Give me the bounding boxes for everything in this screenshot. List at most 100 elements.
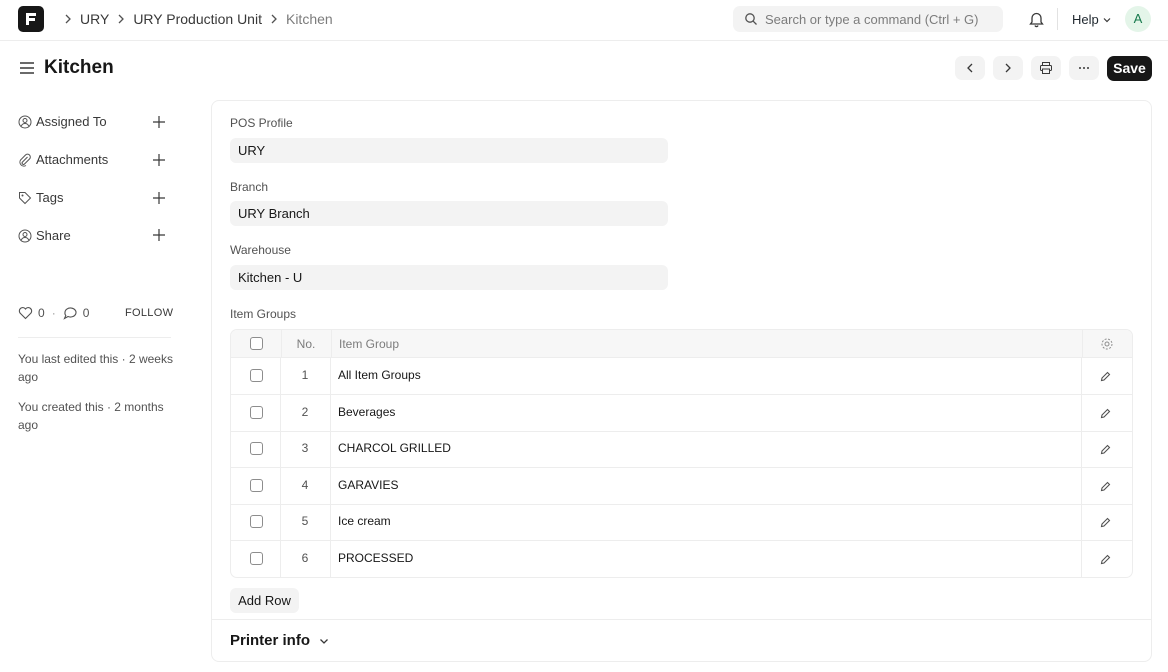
printer-info-section[interactable]: Printer info <box>230 632 330 649</box>
row-checkbox[interactable] <box>250 515 263 528</box>
item-group-cell[interactable]: All Item Groups <box>338 368 421 382</box>
avatar[interactable]: A <box>1125 6 1151 32</box>
warehouse-field[interactable]: Kitchen - U <box>230 265 668 290</box>
row-checkbox[interactable] <box>250 442 263 455</box>
chevron-down-icon <box>1103 17 1111 22</box>
doc-stats: 0 · 0 <box>18 306 89 320</box>
sidebar-item-attachments[interactable]: Attachments <box>18 152 108 167</box>
table-row[interactable]: 4 GARAVIES <box>231 468 1132 505</box>
table-row[interactable]: 1 All Item Groups <box>231 358 1132 395</box>
branch-label: Branch <box>230 180 269 194</box>
likes-count: 0 <box>38 306 45 320</box>
add-attachment-icon[interactable] <box>152 153 166 167</box>
chevron-down-icon <box>320 638 328 644</box>
row-number: 1 <box>301 368 309 382</box>
add-tag-icon[interactable] <box>152 191 166 205</box>
column-divider <box>1081 504 1082 540</box>
edit-pencil-icon[interactable] <box>1099 370 1112 383</box>
last-edited-note: You last edited this · 2 weeks ago <box>18 352 173 384</box>
column-divider <box>1081 431 1082 467</box>
chevron-right-icon <box>271 14 277 24</box>
column-divider <box>330 468 331 504</box>
breadcrumb-current[interactable]: Kitchen <box>286 11 333 27</box>
breadcrumb: URY URY Production Unit Kitchen <box>56 11 333 27</box>
paperclip-icon <box>19 153 31 167</box>
add-assign-icon[interactable] <box>152 115 166 129</box>
sidebar-item-share[interactable]: Share <box>18 228 71 243</box>
section-title: Printer info <box>230 632 311 649</box>
more-actions-button[interactable] <box>1069 56 1099 80</box>
sidebar-item-label: Assigned To <box>36 114 107 129</box>
edit-pencil-icon[interactable] <box>1099 553 1112 566</box>
help-label: Help <box>1072 12 1099 27</box>
item-group-cell[interactable]: Beverages <box>338 405 395 419</box>
add-row-button[interactable]: Add Row <box>230 588 299 613</box>
column-divider <box>1082 330 1083 357</box>
column-divider <box>330 431 331 467</box>
edit-pencil-icon[interactable] <box>1099 516 1112 529</box>
column-divider <box>331 330 332 357</box>
item-group-cell[interactable]: PROCESSED <box>338 551 413 565</box>
search-icon <box>745 13 757 25</box>
chevron-right-icon <box>118 14 125 24</box>
comments-count: 0 <box>82 306 90 320</box>
item-group-cell[interactable]: CHARCOL GRILLED <box>338 441 451 455</box>
save-button[interactable]: Save <box>1107 56 1152 81</box>
pos-profile-label: POS Profile <box>230 116 293 130</box>
branch-field[interactable]: URY Branch <box>230 201 668 226</box>
row-checkbox[interactable] <box>250 369 263 382</box>
sidebar-toggle-icon[interactable] <box>18 59 36 77</box>
table-header-row: No. Item Group <box>231 330 1132 358</box>
navbar: URY URY Production Unit Kitchen Search o… <box>0 0 1168 41</box>
table-row[interactable]: 6 PROCESSED <box>231 541 1132 578</box>
search-input[interactable]: Search or type a command (Ctrl + G) <box>733 6 1003 32</box>
column-divider <box>330 541 331 578</box>
item-group-cell[interactable]: GARAVIES <box>338 478 398 492</box>
table-row[interactable]: 5 Ice cream <box>231 504 1132 541</box>
sidebar-item-tags[interactable]: Tags <box>18 190 63 205</box>
edit-pencil-icon[interactable] <box>1099 480 1112 493</box>
tag-icon <box>19 191 32 204</box>
chevron-left-icon <box>967 63 973 73</box>
row-number: 6 <box>301 551 309 565</box>
previous-doc-button[interactable] <box>955 56 985 80</box>
edit-pencil-icon[interactable] <box>1099 443 1112 456</box>
comment-icon[interactable] <box>63 306 78 320</box>
assign-icon <box>18 115 32 128</box>
breadcrumb-item[interactable]: URY <box>80 11 109 27</box>
help-dropdown[interactable]: Help <box>1072 12 1112 27</box>
follow-button[interactable]: FOLLOW <box>125 307 173 319</box>
sidebar-item-assigned-to[interactable]: Assigned To <box>18 114 107 129</box>
column-header-item-group: Item Group <box>339 337 400 351</box>
app-logo-icon[interactable] <box>18 6 44 32</box>
row-number: 5 <box>301 514 309 528</box>
page-title: Kitchen <box>44 57 114 78</box>
sidebar-divider <box>18 337 171 338</box>
column-divider <box>330 395 331 431</box>
chevron-right-icon <box>1005 63 1011 73</box>
table-row[interactable]: 2 Beverages <box>231 395 1132 432</box>
print-button[interactable] <box>1031 56 1061 80</box>
sidebar-item-label: Attachments <box>36 152 109 167</box>
heart-icon[interactable] <box>18 306 33 320</box>
column-settings-gear-icon[interactable] <box>1100 337 1114 351</box>
item-group-cell[interactable]: Ice cream <box>338 514 391 528</box>
warehouse-label: Warehouse <box>230 243 291 257</box>
pos-profile-field[interactable]: URY <box>230 138 668 163</box>
stats-dot: · <box>51 306 56 320</box>
next-doc-button[interactable] <box>993 56 1023 80</box>
row-checkbox[interactable] <box>250 479 263 492</box>
row-checkbox[interactable] <box>250 552 263 565</box>
printer-icon <box>1040 62 1052 74</box>
row-number: 4 <box>301 478 309 492</box>
notification-bell-icon[interactable] <box>1028 10 1045 28</box>
row-checkbox[interactable] <box>250 406 263 419</box>
column-divider <box>330 504 331 540</box>
table-row[interactable]: 3 CHARCOL GRILLED <box>231 431 1132 468</box>
edit-pencil-icon[interactable] <box>1099 407 1112 420</box>
add-share-icon[interactable] <box>152 228 166 242</box>
chevron-right-icon <box>65 14 71 24</box>
select-all-checkbox[interactable] <box>250 337 263 350</box>
breadcrumb-item[interactable]: URY Production Unit <box>133 11 262 27</box>
column-divider <box>330 358 331 394</box>
